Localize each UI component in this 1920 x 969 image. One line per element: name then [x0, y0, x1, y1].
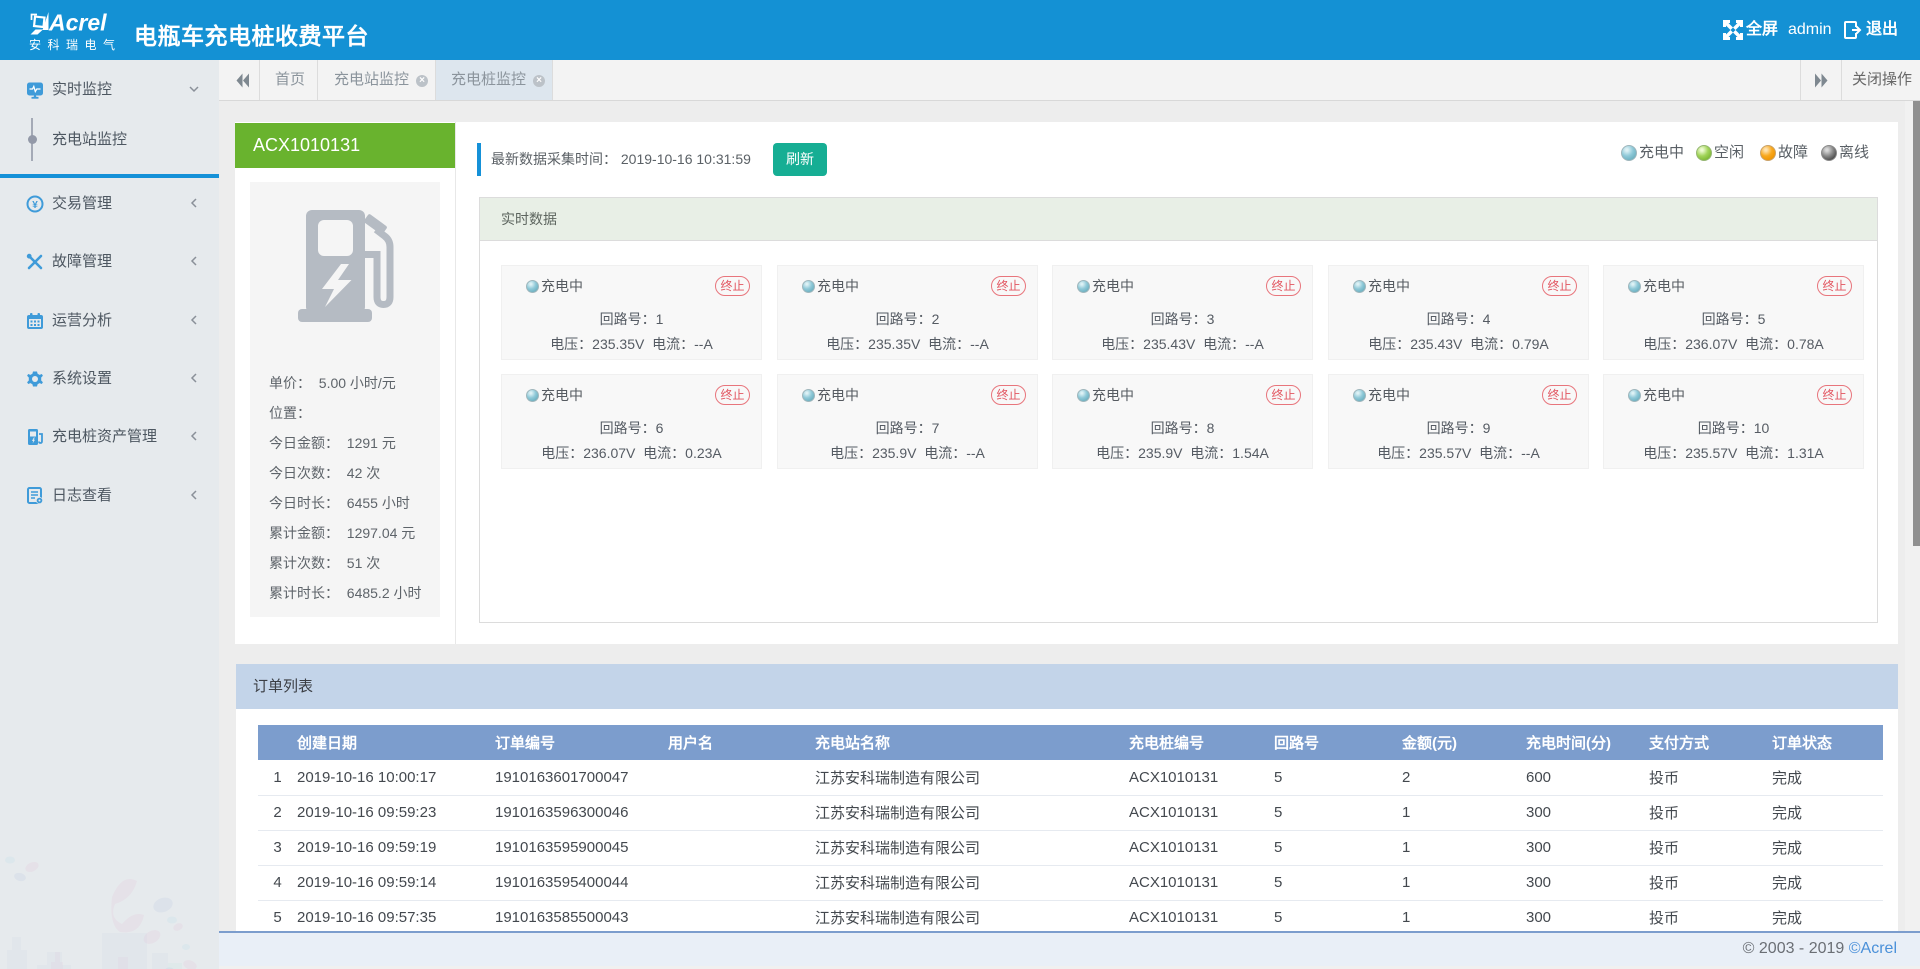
svg-text:¥: ¥	[32, 200, 38, 211]
svg-text:Acrel: Acrel	[48, 10, 107, 36]
